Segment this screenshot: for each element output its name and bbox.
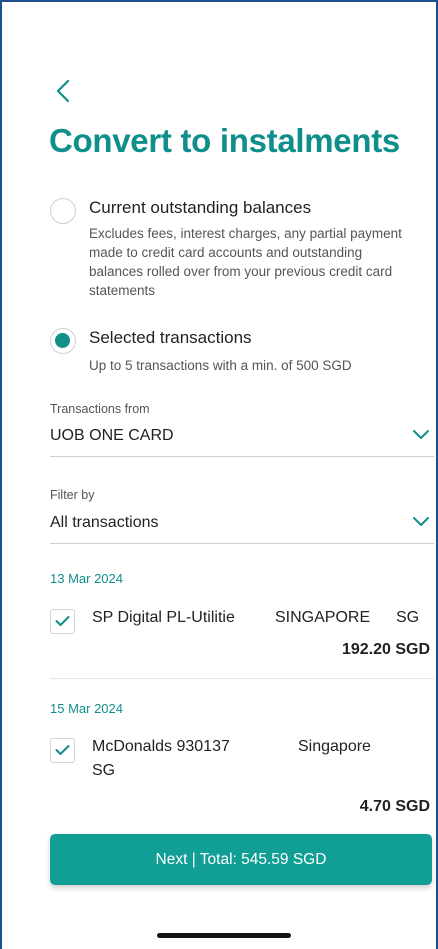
transaction-location: Singapore [298,738,371,755]
screen-frame: Convert to instalments Current outstandi… [0,0,438,949]
transaction-checkbox[interactable] [50,738,75,763]
option-label: Selected transactions [89,328,252,347]
option-label: Current outstanding balances [89,198,312,217]
transaction-date: 13 Mar 2024 [50,571,123,586]
transaction-location: SINGAPORE [275,609,371,626]
option-description: Excludes fees, interest charges, any par… [89,226,402,298]
checkmark-icon [55,616,70,626]
option-description: Up to 5 transactions with a min. of 500 … [89,358,352,373]
filter-label: Filter by [50,488,95,502]
transaction-amount: 4.70 SGD [359,798,430,815]
filter-value: All transactions [50,514,159,531]
home-indicator [157,933,291,938]
transaction-amount: 192.20 SGD [341,641,430,658]
chevron-down-icon [413,517,429,526]
chevron-down-icon [413,430,429,439]
transaction-country: SG [92,762,116,779]
radio-current-outstanding[interactable] [50,198,76,224]
transactions-from-select[interactable]: UOB ONE CARD [50,427,434,457]
radio-selected-transactions[interactable] [50,328,76,354]
transaction-country: SG [396,609,420,626]
transaction-merchant: SP Digital PL-Utilitie [92,609,235,626]
transaction-date: 15 Mar 2024 [50,701,123,716]
chevron-left-icon [56,79,70,103]
transaction-checkbox[interactable] [50,609,75,634]
transaction-merchant: McDonalds 930137 [92,738,230,755]
next-button[interactable]: Next | Total: 545.59 SGD [50,834,432,885]
filter-select[interactable]: All transactions [50,514,434,544]
back-button[interactable] [52,78,76,104]
transactions-from-value: UOB ONE CARD [50,427,174,444]
divider [50,678,434,679]
page-title: Convert to instalments [49,122,400,159]
transactions-from-label: Transactions from [50,402,150,416]
checkmark-icon [55,745,70,755]
